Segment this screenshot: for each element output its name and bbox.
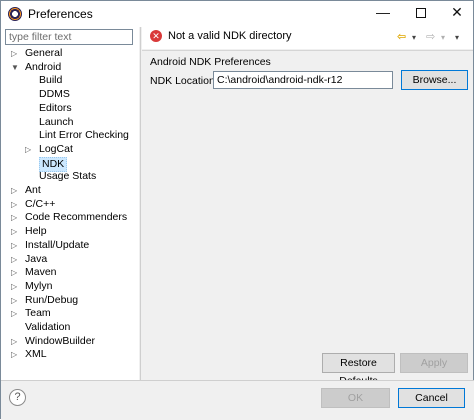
dialog-footer: ? OK Cancel bbox=[1, 381, 474, 420]
filter-input[interactable] bbox=[5, 29, 133, 45]
restore-defaults-button[interactable]: Restore Defaults bbox=[322, 353, 395, 387]
collapsed-arrow-icon[interactable]: ▷ bbox=[11, 239, 17, 253]
pane-divider[interactable] bbox=[140, 27, 141, 380]
tree-item-label: Java bbox=[25, 252, 48, 265]
apply-button[interactable]: Apply bbox=[400, 353, 468, 373]
close-button[interactable]: ✕ bbox=[441, 1, 473, 25]
help-icon[interactable]: ? bbox=[9, 389, 26, 406]
tree-item-label: LogCat bbox=[39, 142, 73, 155]
collapsed-arrow-icon[interactable]: ▷ bbox=[11, 348, 17, 362]
collapsed-arrow-icon[interactable]: ▷ bbox=[11, 47, 17, 61]
view-menu-icon[interactable]: ▾ bbox=[455, 33, 459, 42]
cancel-button[interactable]: Cancel bbox=[398, 388, 465, 408]
collapsed-arrow-icon[interactable]: ▷ bbox=[11, 225, 17, 239]
tree-item-label: DDMS bbox=[39, 88, 70, 101]
ok-button[interactable]: OK bbox=[321, 388, 390, 408]
browse-button[interactable]: Browse... bbox=[401, 70, 468, 90]
tree-item-label: Code Recommenders bbox=[25, 211, 128, 224]
collapsed-arrow-icon[interactable]: ▷ bbox=[11, 211, 17, 225]
collapsed-arrow-icon[interactable]: ▷ bbox=[11, 266, 17, 280]
tree-item-label: Install/Update bbox=[25, 238, 90, 251]
back-history-dropdown-icon[interactable]: ▾ bbox=[412, 33, 416, 42]
tree-item-label: Run/Debug bbox=[25, 293, 79, 306]
collapsed-arrow-icon[interactable]: ▷ bbox=[11, 335, 17, 349]
eclipse-app-icon bbox=[8, 7, 22, 21]
preference-page: ✕ Not a valid NDK directory ⇦ ▾ ⇨ ▾ ▾ An… bbox=[142, 27, 473, 387]
tree-item-label: Team bbox=[25, 307, 51, 320]
tree-item-label: Editors bbox=[39, 101, 72, 114]
collapsed-arrow-icon[interactable]: ▷ bbox=[11, 253, 17, 267]
tree-item-label: Android bbox=[25, 60, 62, 73]
tree-item-label: Build bbox=[39, 74, 63, 87]
minimize-button[interactable]: — bbox=[367, 1, 399, 25]
tree-item-label: General bbox=[25, 47, 63, 59]
collapsed-arrow-icon[interactable]: ▷ bbox=[11, 198, 17, 212]
maximize-button[interactable] bbox=[405, 1, 437, 25]
maximize-icon bbox=[416, 8, 426, 19]
tree-item-label: Help bbox=[25, 225, 47, 238]
tree-item-label: Maven bbox=[25, 266, 57, 279]
tree-item-label: Mylyn bbox=[25, 279, 53, 292]
collapsed-arrow-icon[interactable]: ▷ bbox=[11, 280, 17, 294]
title-bar: Preferences — ✕ bbox=[1, 1, 473, 27]
tree-item-label: XML bbox=[25, 348, 47, 361]
error-icon: ✕ bbox=[150, 30, 162, 42]
tree-item-label: Validation bbox=[25, 321, 71, 333]
expanded-arrow-icon[interactable]: ▼ bbox=[11, 61, 19, 75]
section-title: Android NDK Preferences bbox=[150, 56, 271, 68]
collapsed-arrow-icon[interactable]: ▷ bbox=[11, 294, 17, 308]
preferences-window: Preferences — ✕ ▷ General ▼ AndroidBuildDDM… bbox=[0, 0, 474, 420]
tree-item-label: C/C++ bbox=[25, 197, 56, 210]
tree-item-label: Launch bbox=[39, 115, 74, 128]
collapsed-arrow-icon[interactable]: ▷ bbox=[11, 307, 17, 321]
header-separator bbox=[142, 50, 473, 51]
collapsed-arrow-icon[interactable]: ▷ bbox=[11, 184, 17, 198]
tree-item-label: Lint Error Checking bbox=[39, 129, 129, 142]
message-area: ✕ Not a valid NDK directory ⇦ ▾ ⇨ ▾ ▾ bbox=[142, 27, 473, 49]
ndk-location-label: NDK Location bbox=[150, 75, 215, 87]
collapsed-arrow-icon[interactable]: ▷ bbox=[25, 143, 31, 157]
forward-arrow-icon[interactable]: ⇨ bbox=[426, 30, 435, 43]
tree-item-label: Usage Stats bbox=[39, 170, 97, 183]
ndk-location-input[interactable] bbox=[213, 71, 393, 89]
forward-history-dropdown-icon[interactable]: ▾ bbox=[441, 33, 445, 42]
preference-tree-pane: ▷ General ▼ AndroidBuildDDMSEditorsLaunchLi… bbox=[1, 27, 139, 380]
back-arrow-icon[interactable]: ⇦ bbox=[397, 30, 406, 43]
tree-item-label: Ant bbox=[25, 184, 41, 196]
tree-item-label: WindowBuilder bbox=[25, 334, 96, 347]
window-title: Preferences bbox=[28, 7, 93, 21]
error-message: Not a valid NDK directory bbox=[168, 30, 292, 42]
